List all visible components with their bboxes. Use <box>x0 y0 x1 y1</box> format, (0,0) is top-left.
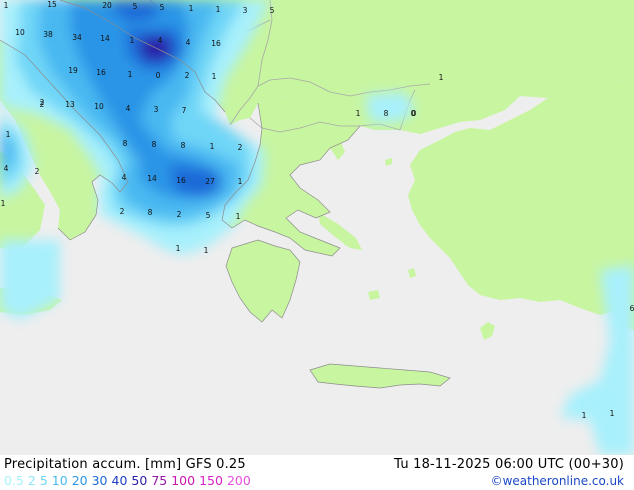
precip-value-label: 4 <box>4 164 9 173</box>
precip-value-label: 4 <box>158 36 163 45</box>
legend-item: 20 <box>71 473 88 488</box>
precip-value-label: 10 <box>15 28 25 37</box>
precip-value-label: 1 <box>128 70 133 79</box>
precip-value-label: 2 <box>40 100 45 109</box>
precip-value-label: 10 <box>94 102 104 111</box>
precip-value-label: 8 <box>152 140 157 149</box>
precip-value-label: 1 <box>1 199 6 208</box>
precip-value-label: 5 <box>270 6 275 15</box>
legend-item: 5 <box>39 473 48 488</box>
precip-value-label: 8 <box>123 139 128 148</box>
precip-value-label: 1 <box>439 73 444 82</box>
precip-value-label: 19 <box>68 66 78 75</box>
precip-value-label: 4 <box>122 173 127 182</box>
precip-value-label: 0 <box>411 109 416 118</box>
precip-value-label: 27 <box>205 177 215 186</box>
precip-value-label: 0 <box>156 71 161 80</box>
precip-value-label: 34 <box>72 33 82 42</box>
precip-value-label: 4 <box>186 38 191 47</box>
precip-value-label: 38 <box>43 30 53 39</box>
precip-value-label: 2 <box>238 143 243 152</box>
precip-value-label: 1 <box>238 177 243 186</box>
precipitation-legend: 0.5 2 5 10 20 30 40 50 75 100 150 200 <box>4 473 255 488</box>
legend-item: 75 <box>151 473 168 488</box>
precipitation-map: 15 20 5 5 1 1 3 510 38 34 14 1 4 4 1619 16 1 0 2 1 12 13 10 4 3 7… <box>0 0 634 455</box>
precip-value-label: 14 <box>100 34 110 43</box>
legend-item: 200 <box>226 473 251 488</box>
precip-value-label: 1 <box>582 411 587 420</box>
precip-value-label: 2 <box>120 207 125 216</box>
precip-value-label: 2 <box>185 71 190 80</box>
precip-value-label: 3 <box>243 6 248 15</box>
precip-value-label: 16 <box>176 176 186 185</box>
precip-value-label: 1 <box>130 36 135 45</box>
map-footer: Precipitation accum. [mm] GFS 0.25 Tu 18… <box>0 455 634 490</box>
legend-item: 0.5 <box>4 473 24 488</box>
precip-value-label: 14 <box>147 174 157 183</box>
legend-item: 30 <box>91 473 108 488</box>
legend-item: 40 <box>111 473 128 488</box>
precip-value-label: 7 <box>182 106 187 115</box>
precip-value-label: 1 <box>236 212 241 221</box>
precip-value-label: 5 <box>160 3 165 12</box>
precip-value-label: 2 <box>35 167 40 176</box>
legend-item: 100 <box>171 473 196 488</box>
precip-value-label: 8 <box>181 141 186 150</box>
precip-value-label: 5 <box>206 211 211 220</box>
precip-value-label: 1 <box>176 244 181 253</box>
precip-value-label: 1 <box>216 5 221 14</box>
precip-value-label: 16 <box>96 68 106 77</box>
precip-value-label: 2 <box>177 210 182 219</box>
precip-value-label: 20 <box>102 1 112 10</box>
precip-value-label: 1 <box>610 409 615 418</box>
precip-value-label: 8 <box>148 208 153 217</box>
precip-value-label: 5 <box>133 2 138 11</box>
legend-item: 2 <box>27 473 36 488</box>
legend-item: 150 <box>199 473 223 488</box>
precip-value-label: 1 <box>212 72 217 81</box>
precip-value-label: 13 <box>65 100 75 109</box>
precip-value-label: 1 <box>189 4 194 13</box>
precip-value-label: 1 <box>4 1 9 10</box>
precip-value-label: 1 <box>6 130 11 139</box>
precip-value-label: 1 <box>204 246 209 255</box>
precip-value-label: 4 <box>126 104 131 113</box>
precip-value-label: 15 <box>47 0 57 9</box>
precip-value-label: 3 <box>154 105 159 114</box>
map-title: Precipitation accum. [mm] GFS 0.25 <box>4 457 246 472</box>
legend-item: 50 <box>131 473 148 488</box>
forecast-datetime: Tu 18-11-2025 06:00 UTC (00+30) <box>394 457 624 472</box>
credit-link[interactable]: ©weatheronline.co.uk <box>491 474 624 488</box>
precip-value-label: 8 <box>384 109 389 118</box>
legend-item: 10 <box>51 473 68 488</box>
precip-value-label: 16 <box>211 39 221 48</box>
precip-value-label: 6 <box>630 304 634 313</box>
precip-value-label: 1 <box>210 142 215 151</box>
precip-value-label: 1 <box>356 109 361 118</box>
